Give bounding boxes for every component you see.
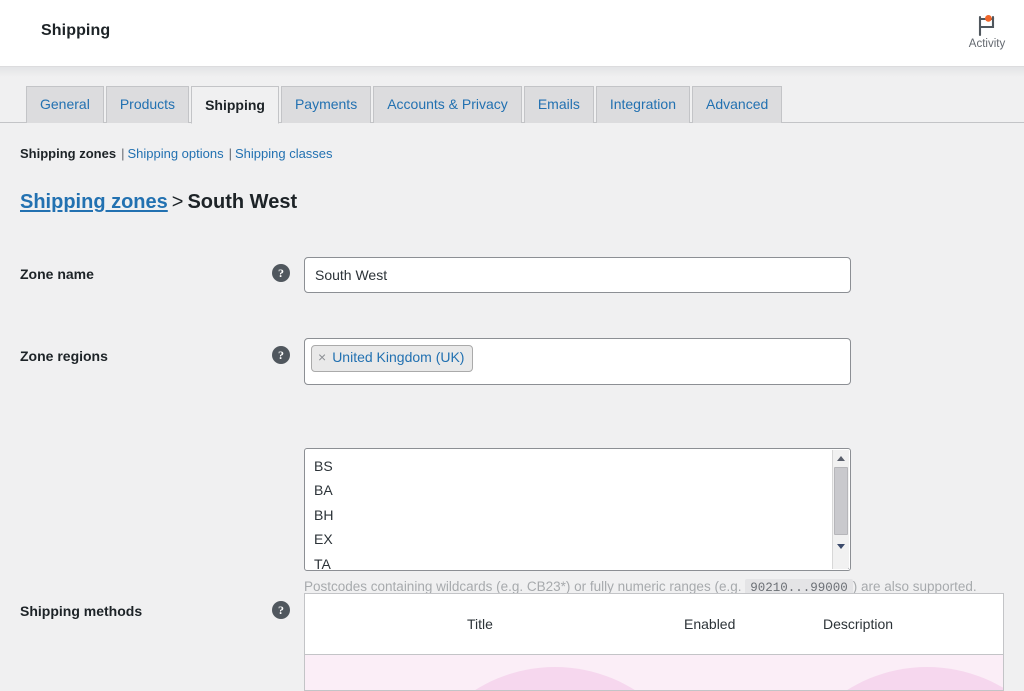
zone-regions-select[interactable]: × United Kingdom (UK) [304, 338, 851, 385]
remove-region-icon[interactable]: × [318, 349, 326, 367]
column-header-enabled: Enabled [684, 616, 736, 632]
scrollbar-thumb[interactable] [834, 467, 848, 535]
table-header-row: Title Enabled Description [305, 594, 1003, 655]
scroll-up-arrow-icon[interactable] [833, 450, 849, 466]
zone-name-input[interactable] [304, 257, 851, 293]
breadcrumb: Shipping zones > South West [20, 191, 297, 214]
subnav-shipping-classes[interactable]: Shipping classes [235, 146, 333, 161]
zone-regions-row: Zone regions ? × United Kingdom (UK) BS B… [0, 338, 1024, 628]
settings-tab-bar: General Products Shipping Payments Accounts … [0, 86, 1024, 124]
settings-page: General Products Shipping Payments Accounts … [0, 67, 1024, 691]
tab-integration[interactable]: Integration [595, 86, 690, 123]
zone-regions-label: Zone regions [20, 348, 108, 364]
postcodes-textarea[interactable]: BS BA BH EX TA [304, 448, 851, 571]
tab-shipping[interactable]: Shipping [191, 86, 279, 124]
shipping-subnav: Shipping zones | Shipping options | Shipping… [20, 146, 333, 161]
zone-name-label: Zone name [20, 266, 94, 282]
postcode-line: TA [314, 555, 331, 571]
breadcrumb-separator: > [171, 191, 184, 213]
tab-payments[interactable]: Payments [280, 86, 372, 123]
region-tag-label: United Kingdom (UK) [332, 349, 465, 365]
column-header-description: Description [823, 616, 894, 632]
activity-button[interactable]: Activity [950, 0, 1024, 66]
tab-products[interactable]: Products [105, 86, 190, 123]
shipping-methods-help-icon[interactable]: ? [272, 601, 290, 619]
tab-emails[interactable]: Emails [523, 86, 594, 123]
shipping-methods-table: Title Enabled Description [304, 593, 1004, 691]
postcodes-scrollbar[interactable] [832, 450, 849, 569]
subnav-shipping-options[interactable]: Shipping options [127, 146, 223, 161]
breadcrumb-current-zone: South West [187, 191, 298, 213]
tab-accounts-privacy[interactable]: Accounts & Privacy [373, 86, 522, 123]
table-loading-placeholder [305, 655, 1003, 690]
desc-part-1: Postcodes containing wildcards (e.g. CB2… [304, 579, 742, 594]
postcode-line: BA [314, 482, 333, 499]
top-header-bar: Shipping Activity [0, 0, 1024, 67]
zone-regions-help-icon[interactable]: ? [272, 346, 290, 364]
loading-blob [777, 667, 1003, 690]
resize-grip-icon[interactable] [834, 554, 849, 569]
postcode-line: EX [314, 531, 333, 548]
postcode-line: BH [314, 506, 334, 523]
activity-label: Activity [968, 38, 1006, 51]
tab-general[interactable]: General [26, 86, 104, 123]
tab-advanced[interactable]: Advanced [692, 86, 783, 123]
zone-name-row: Zone name ? [0, 257, 1024, 307]
subnav-separator-2: | [228, 146, 232, 161]
subnav-separator-1: | [121, 146, 125, 161]
column-header-title: Title [467, 616, 493, 632]
page-title: Shipping [41, 22, 111, 39]
postcodes-text: BS BA BH EX TA [314, 454, 334, 571]
breadcrumb-shipping-zones-link[interactable]: Shipping zones [20, 191, 168, 213]
subnav-shipping-zones[interactable]: Shipping zones [20, 146, 116, 161]
shipping-methods-label: Shipping methods [20, 603, 143, 619]
zone-name-help-icon[interactable]: ? [272, 264, 290, 282]
scroll-down-arrow-icon[interactable] [833, 538, 849, 554]
shipping-methods-row: Shipping methods ? Title Enabled Descrip… [0, 593, 1024, 691]
flag-icon [975, 15, 999, 37]
region-tag-united-kingdom[interactable]: × United Kingdom (UK) [311, 345, 474, 372]
postcode-line: BS [314, 458, 333, 474]
loading-blob [405, 667, 705, 690]
